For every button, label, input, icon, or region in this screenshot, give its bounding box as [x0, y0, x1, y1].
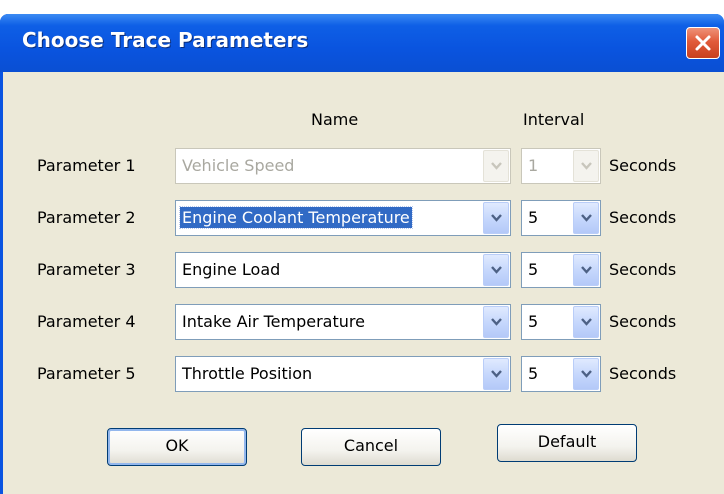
parameter-5-name-select[interactable]: Throttle Position: [175, 356, 511, 392]
parameter-1-interval-value: 1: [528, 156, 539, 175]
parameter-5-name-dropdown-button[interactable]: [483, 358, 509, 390]
parameter-1-interval-dropdown-button: [573, 150, 599, 182]
parameter-1-unit: Seconds: [609, 156, 677, 175]
parameter-5-label: Parameter 5: [37, 364, 136, 383]
parameter-4-name-dropdown-button[interactable]: [483, 306, 509, 338]
ok-button-label: OK: [165, 436, 189, 455]
default-button[interactable]: Default: [497, 424, 637, 462]
parameter-4-label: Parameter 4: [37, 312, 136, 331]
parameter-3-name-dropdown-button[interactable]: [483, 254, 509, 286]
parameter-1-name-dropdown-button: [483, 150, 509, 182]
parameter-2-name-dropdown-button[interactable]: [483, 202, 509, 234]
parameter-5-unit: Seconds: [609, 364, 677, 383]
parameter-2-interval-select[interactable]: 5: [521, 200, 601, 236]
parameter-3-label: Parameter 3: [37, 260, 136, 279]
parameter-4-name-value: Intake Air Temperature: [182, 312, 365, 331]
parameter-4-interval-dropdown-button[interactable]: [573, 306, 599, 338]
parameter-3-unit: Seconds: [609, 260, 677, 279]
parameter-3-interval-dropdown-button[interactable]: [573, 254, 599, 286]
cancel-button-label: Cancel: [343, 436, 399, 455]
parameter-5-interval-select[interactable]: 5: [521, 356, 601, 392]
parameter-2-name-value: Engine Coolant Temperature: [179, 206, 413, 229]
dialog-body: Name Interval Parameter 1 Vehicle Speed …: [3, 72, 724, 494]
parameter-4-interval-select[interactable]: 5: [521, 304, 601, 340]
parameter-5-interval-value: 5: [528, 364, 539, 383]
parameter-2-unit: Seconds: [609, 208, 677, 227]
parameter-1-name-value: Vehicle Speed: [182, 156, 295, 175]
parameter-2-name-select[interactable]: Engine Coolant Temperature: [175, 200, 511, 236]
parameter-1-name-select: Vehicle Speed: [175, 148, 511, 184]
parameter-2-interval-dropdown-button[interactable]: [573, 202, 599, 234]
cancel-button[interactable]: Cancel: [301, 428, 441, 466]
parameter-3-interval-value: 5: [528, 260, 539, 279]
parameter-4-interval-value: 5: [528, 312, 539, 331]
column-header-interval: Interval: [523, 110, 585, 129]
title-bar[interactable]: Choose Trace Parameters: [0, 14, 724, 72]
close-button[interactable]: [686, 27, 720, 59]
parameter-3-name-value: Engine Load: [182, 260, 281, 279]
dialog-window: Choose Trace Parameters Name Interval Pa…: [0, 14, 724, 494]
column-header-name: Name: [311, 110, 359, 129]
ok-button[interactable]: OK: [107, 428, 247, 466]
parameter-1-interval-select: 1: [521, 148, 601, 184]
dialog-title: Choose Trace Parameters: [22, 28, 309, 52]
parameter-4-name-select[interactable]: Intake Air Temperature: [175, 304, 511, 340]
parameter-2-interval-value: 5: [528, 208, 539, 227]
parameter-2-label: Parameter 2: [37, 208, 136, 227]
parameter-5-interval-dropdown-button[interactable]: [573, 358, 599, 390]
parameter-1-label: Parameter 1: [37, 156, 136, 175]
parameter-3-interval-select[interactable]: 5: [521, 252, 601, 288]
default-button-label: Default: [537, 432, 597, 451]
parameter-3-name-select[interactable]: Engine Load: [175, 252, 511, 288]
parameter-4-unit: Seconds: [609, 312, 677, 331]
parameter-5-name-value: Throttle Position: [182, 364, 313, 383]
